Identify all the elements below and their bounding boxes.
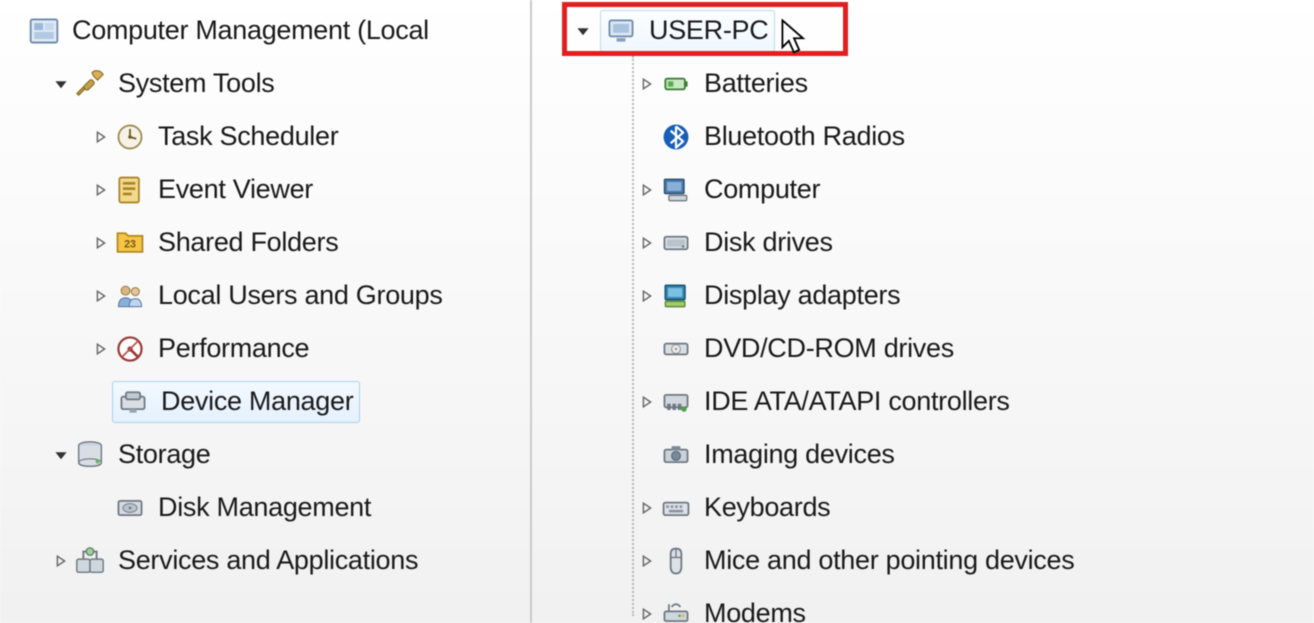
tree-label: Computer: [704, 174, 820, 205]
expander-collapsed-icon[interactable]: [52, 555, 70, 567]
svg-text:23: 23: [124, 238, 136, 250]
tree-item-storage[interactable]: Storage: [0, 428, 530, 481]
device-item-dvd-cd-rom[interactable]: DVD/CD-ROM drives: [532, 322, 1314, 375]
expander-collapsed-icon[interactable]: [638, 502, 656, 514]
storage-icon: [72, 437, 108, 473]
keyboard-icon: [658, 490, 694, 526]
tree-label: Event Viewer: [158, 174, 313, 205]
tree-item-performance[interactable]: Performance: [0, 322, 530, 375]
tree-label: Shared Folders: [158, 227, 338, 258]
device-item-display-adapters[interactable]: Display adapters: [532, 269, 1314, 322]
expander-expanded-icon[interactable]: [574, 24, 592, 38]
tree-guide-line: [632, 56, 634, 616]
bluetooth-icon: [658, 119, 694, 155]
optical-drive-icon: [658, 331, 694, 367]
users-groups-icon: [112, 278, 148, 314]
tree-item-event-viewer[interactable]: Event Viewer: [0, 163, 530, 216]
tree-root-computer-management[interactable]: Computer Management (Local: [0, 4, 530, 57]
tree-item-system-tools[interactable]: System Tools: [0, 57, 530, 110]
tree-label: Batteries: [704, 68, 808, 99]
tree-label: Storage: [118, 439, 210, 470]
tree-label: Display adapters: [704, 280, 900, 311]
modem-icon: [658, 596, 694, 623]
computer-icon: [658, 172, 694, 208]
device-item-ide-controllers[interactable]: IDE ATA/ATAPI controllers: [532, 375, 1314, 428]
expander-expanded-icon[interactable]: [52, 448, 70, 462]
tree-label: Device Manager: [161, 386, 353, 417]
device-item-imaging[interactable]: Imaging devices: [532, 428, 1314, 481]
tree-label: Imaging devices: [704, 439, 895, 470]
tree-item-task-scheduler[interactable]: Task Scheduler: [0, 110, 530, 163]
tree-label: Disk Management: [158, 492, 371, 523]
shared-folders-icon: 23: [112, 225, 148, 261]
device-item-modems[interactable]: Modems: [532, 587, 1314, 623]
tree-label: Task Scheduler: [158, 121, 338, 152]
expander-collapsed-icon[interactable]: [92, 131, 110, 143]
tree-label: Computer Management (Local: [72, 15, 429, 46]
tree-label: Keyboards: [704, 492, 830, 523]
performance-icon: [112, 331, 148, 367]
battery-icon: [658, 66, 694, 102]
tree-item-shared-folders[interactable]: 23 Shared Folders: [0, 216, 530, 269]
tree-item-disk-management[interactable]: Disk Management: [0, 481, 530, 534]
device-item-batteries[interactable]: Batteries: [532, 57, 1314, 110]
disk-mgmt-icon: [112, 490, 148, 526]
expander-collapsed-icon[interactable]: [638, 237, 656, 249]
expander-collapsed-icon[interactable]: [92, 184, 110, 196]
ide-controller-icon: [658, 384, 694, 420]
tree-label: Services and Applications: [118, 545, 418, 576]
clock-icon: [112, 119, 148, 155]
tree-label: Local Users and Groups: [158, 280, 443, 311]
device-item-mice[interactable]: Mice and other pointing devices: [532, 534, 1314, 587]
computer-node-icon: [603, 13, 639, 49]
right-device-pane[interactable]: USER-PC Batteries: [532, 0, 1314, 623]
device-item-disk-drives[interactable]: Disk drives: [532, 216, 1314, 269]
expander-collapsed-icon[interactable]: [638, 184, 656, 196]
expander-collapsed-icon[interactable]: [638, 396, 656, 408]
tree-label: Mice and other pointing devices: [704, 545, 1074, 576]
expander-collapsed-icon[interactable]: [638, 78, 656, 90]
device-item-bluetooth[interactable]: Bluetooth Radios: [532, 110, 1314, 163]
tree-label: IDE ATA/ATAPI controllers: [704, 386, 1010, 417]
tree-item-device-manager[interactable]: Device Manager: [0, 375, 530, 428]
mmc-icon: [26, 13, 62, 49]
tree-item-local-users-groups[interactable]: Local Users and Groups: [0, 269, 530, 322]
tools-icon: [72, 66, 108, 102]
expander-collapsed-icon[interactable]: [638, 290, 656, 302]
expander-collapsed-icon[interactable]: [92, 343, 110, 355]
device-item-computer[interactable]: Computer: [532, 163, 1314, 216]
expander-collapsed-icon[interactable]: [92, 290, 110, 302]
hover-highlight: USER-PC: [600, 10, 775, 52]
imaging-icon: [658, 437, 694, 473]
device-root-userpc[interactable]: USER-PC: [532, 4, 1314, 57]
display-adapter-icon: [658, 278, 694, 314]
mouse-icon: [658, 543, 694, 579]
tree-item-services-applications[interactable]: Services and Applications: [0, 534, 530, 587]
tree-label: DVD/CD-ROM drives: [704, 333, 954, 364]
tree-label: Bluetooth Radios: [704, 121, 905, 152]
expander-collapsed-icon[interactable]: [638, 555, 656, 567]
disk-drive-icon: [658, 225, 694, 261]
device-item-keyboards[interactable]: Keyboards: [532, 481, 1314, 534]
tree-label: Disk drives: [704, 227, 833, 258]
tree-label: System Tools: [118, 68, 274, 99]
expander-collapsed-icon[interactable]: [638, 608, 656, 620]
tree-label: Modems: [704, 598, 806, 623]
expander-collapsed-icon[interactable]: [92, 237, 110, 249]
expander-expanded-icon[interactable]: [52, 77, 70, 91]
tree-label: Performance: [158, 333, 309, 364]
left-tree-pane[interactable]: Computer Management (Local System Tools: [0, 0, 532, 623]
services-icon: [72, 543, 108, 579]
device-manager-icon: [115, 384, 151, 420]
selected-highlight: Device Manager: [112, 381, 360, 423]
event-icon: [112, 172, 148, 208]
tree-label: USER-PC: [649, 15, 768, 46]
